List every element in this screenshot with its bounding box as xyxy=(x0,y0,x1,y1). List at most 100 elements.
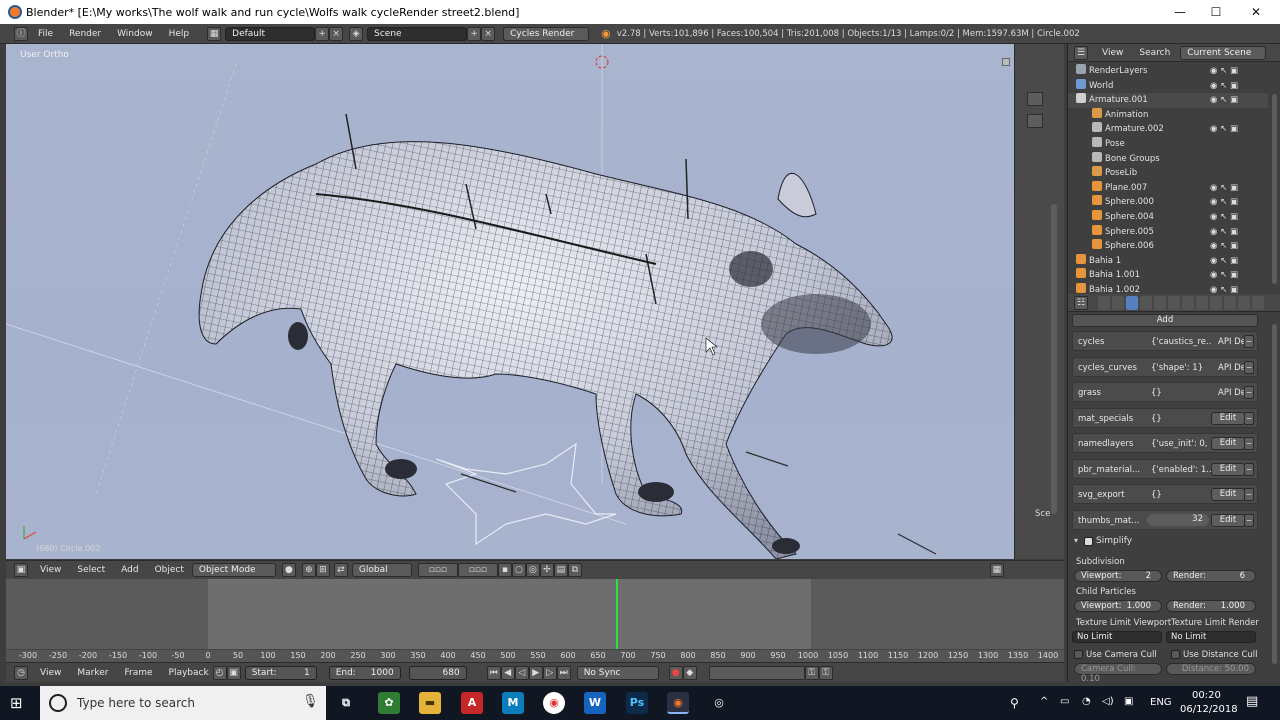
remove-property-icon[interactable]: − xyxy=(1244,411,1254,425)
windows-start-icon[interactable]: ⊞ xyxy=(10,695,28,711)
tab-scene-icon[interactable] xyxy=(1126,296,1138,310)
snap-icon[interactable]: ◎ xyxy=(525,563,540,577)
shading-icon[interactable]: ● xyxy=(281,563,296,577)
tab-object-icon[interactable] xyxy=(1154,296,1166,310)
language-indicator[interactable]: ENG xyxy=(1150,697,1172,708)
editor-type-outliner-icon[interactable]: ☰ xyxy=(1074,45,1088,60)
clock-time[interactable]: 00:20 xyxy=(1192,690,1221,701)
chrome-icon[interactable]: ◉ xyxy=(543,692,565,714)
blender-taskbar-icon[interactable]: ◉ xyxy=(667,692,689,714)
preview-range-icon[interactable]: ◴ xyxy=(212,665,227,680)
menu-help[interactable]: Help xyxy=(169,29,190,39)
prev-key-icon[interactable]: ◀ xyxy=(500,665,515,680)
outliner-row[interactable]: Sphere.006 ◉ ↖ ▣ xyxy=(1068,239,1268,254)
distance-cull-field[interactable]: Distance: 50.00 xyxy=(1166,663,1256,675)
menu-render[interactable]: Render xyxy=(69,29,101,39)
edit-property-button[interactable]: Edit xyxy=(1211,437,1245,450)
editor-type-timeline-icon[interactable]: ◷ xyxy=(14,665,28,680)
file-explorer-icon[interactable]: ▬ xyxy=(419,692,441,714)
toolshelf-toggle-2[interactable] xyxy=(1027,114,1043,128)
screen-layout-field[interactable]: Default xyxy=(225,26,316,41)
remove-property-icon[interactable]: − xyxy=(1244,488,1254,501)
tab-layers-icon[interactable] xyxy=(1112,296,1124,310)
tl-menu-playback[interactable]: Playback xyxy=(169,668,209,678)
insert-key-icon[interactable]: ⚿ xyxy=(804,665,819,680)
outliner-view-menu[interactable]: View xyxy=(1102,48,1123,58)
next-key-icon[interactable]: ▷ xyxy=(542,665,557,680)
remove-scene-icon[interactable]: × xyxy=(481,26,496,41)
editor-type-3d-icon[interactable]: ▣ xyxy=(14,563,28,577)
play-icon[interactable]: ▶ xyxy=(528,665,543,680)
transform-orientation-icon[interactable]: ⇄ xyxy=(333,563,348,577)
tab-physics-icon[interactable] xyxy=(1252,296,1264,310)
property-value[interactable]: 32 xyxy=(1147,513,1209,526)
task-view-icon[interactable]: ⧉ xyxy=(335,692,357,714)
use-camera-cull-checkbox[interactable] xyxy=(1074,650,1083,659)
edit-property-button[interactable]: Edit xyxy=(1211,411,1245,425)
sync-select[interactable]: No Sync xyxy=(576,665,659,680)
people-icon[interactable]: ⚲ xyxy=(1010,696,1019,710)
mode-select[interactable]: Object Mode xyxy=(191,563,276,577)
visibility-toggles-icon[interactable]: ◉ ↖ ▣ xyxy=(1210,225,1238,239)
editor-type-properties-icon[interactable]: ☷ xyxy=(1074,296,1088,310)
outliner-row[interactable]: Armature.001 ◉ ↖ ▣ xyxy=(1068,93,1268,108)
current-frame-field[interactable]: 680 xyxy=(408,665,467,680)
side-scrollbar[interactable] xyxy=(1051,204,1057,514)
outliner-row[interactable]: Plane.007 ◉ ↖ ▣ xyxy=(1068,180,1268,196)
app-icon-green[interactable]: ✿ xyxy=(378,692,400,714)
microphone-icon[interactable]: 🎙 xyxy=(302,694,319,709)
camera-cull-field[interactable]: Camera Cull: 0.10 xyxy=(1074,663,1162,684)
outliner-row[interactable]: Bahia 1 ◉ ↖ ▣ xyxy=(1068,253,1268,269)
outliner-row[interactable]: Bone Groups xyxy=(1068,151,1268,167)
outliner-row[interactable]: World ◉ ↖ ▣ xyxy=(1068,78,1268,94)
scene-field[interactable]: Scene xyxy=(367,26,468,41)
tab-modifiers-icon[interactable] xyxy=(1182,296,1194,310)
screen-layout-icon[interactable]: ▦ xyxy=(207,26,222,41)
manipulator-icon[interactable]: ⊞ xyxy=(315,563,330,577)
lock-range-icon[interactable]: ▣ xyxy=(226,665,241,680)
tab-constraints-icon[interactable] xyxy=(1168,296,1180,310)
outliner-row[interactable]: RenderLayers ◉ ↖ ▣ xyxy=(1068,64,1268,79)
simplify-checkbox[interactable] xyxy=(1084,537,1093,546)
remove-property-icon[interactable]: − xyxy=(1244,335,1254,348)
menu-select[interactable]: Select xyxy=(77,565,105,575)
child-render-field[interactable]: Render: 1.000 xyxy=(1166,600,1256,612)
toolshelf-toggle-1[interactable] xyxy=(1027,92,1043,106)
render-engine-select[interactable]: Cycles Render xyxy=(503,26,590,41)
app-tray-icon[interactable]: ▣ xyxy=(1124,696,1133,707)
outliner-row[interactable]: Sphere.000 ◉ ↖ ▣ xyxy=(1068,195,1268,210)
tab-data-icon[interactable] xyxy=(1196,296,1208,310)
editor-type-icon[interactable]: ⓘ xyxy=(14,26,28,41)
menu-window[interactable]: Window xyxy=(117,29,153,39)
delete-key-icon[interactable]: ⚿ xyxy=(818,665,833,680)
timeline-editor[interactable]: -300 -250 -200 -150 -100 -50 0 50 100 150 200 250 30… xyxy=(6,579,1064,662)
photoshop-icon[interactable]: Ps xyxy=(626,692,648,714)
subdivision-viewport-field[interactable]: Viewport: 2 xyxy=(1074,570,1162,582)
visibility-toggles-icon[interactable]: ◉ ↖ ▣ xyxy=(1210,79,1238,93)
keying-set-field[interactable] xyxy=(708,665,805,680)
volume-icon[interactable]: ◁) xyxy=(1102,696,1114,707)
outliner-row[interactable]: Bahia 1.001 ◉ ↖ ▣ xyxy=(1068,268,1268,283)
visibility-toggles-icon[interactable]: ◉ ↖ ▣ xyxy=(1210,239,1238,253)
scene-tab-label[interactable]: Sce xyxy=(1035,509,1050,519)
texture-limit-viewport-select[interactable]: No Limit xyxy=(1072,631,1162,643)
3d-viewport[interactable]: User Ortho (680) Circle.002 xyxy=(6,44,1014,559)
close-window-button[interactable]: ✕ xyxy=(1236,0,1276,24)
menu-file[interactable]: File xyxy=(38,29,53,39)
record-icon[interactable]: ● xyxy=(668,665,683,680)
outliner-search-menu[interactable]: Search xyxy=(1139,48,1170,58)
clock-date[interactable]: 06/12/2018 xyxy=(1180,704,1238,715)
outliner-row[interactable]: Animation xyxy=(1068,107,1268,123)
minimize-button[interactable]: — xyxy=(1160,0,1200,24)
add-layout-icon[interactable]: + xyxy=(315,26,330,41)
tl-menu-marker[interactable]: Marker xyxy=(77,668,108,678)
app-circle-icon[interactable]: ◎ xyxy=(708,692,730,714)
lock-layer-icon[interactable]: ▪ xyxy=(497,563,512,577)
maximize-button[interactable]: ☐ xyxy=(1196,0,1236,24)
outliner-scrollbar[interactable] xyxy=(1272,94,1277,284)
pivot-icon[interactable]: ⊕ xyxy=(301,563,316,577)
layers-grid-2[interactable]: ▫▫▫ xyxy=(457,563,498,577)
viewport-corner-widget[interactable] xyxy=(1002,58,1010,66)
battery-icon[interactable]: ▭ xyxy=(1060,696,1069,707)
remove-property-icon[interactable]: − xyxy=(1244,513,1254,527)
